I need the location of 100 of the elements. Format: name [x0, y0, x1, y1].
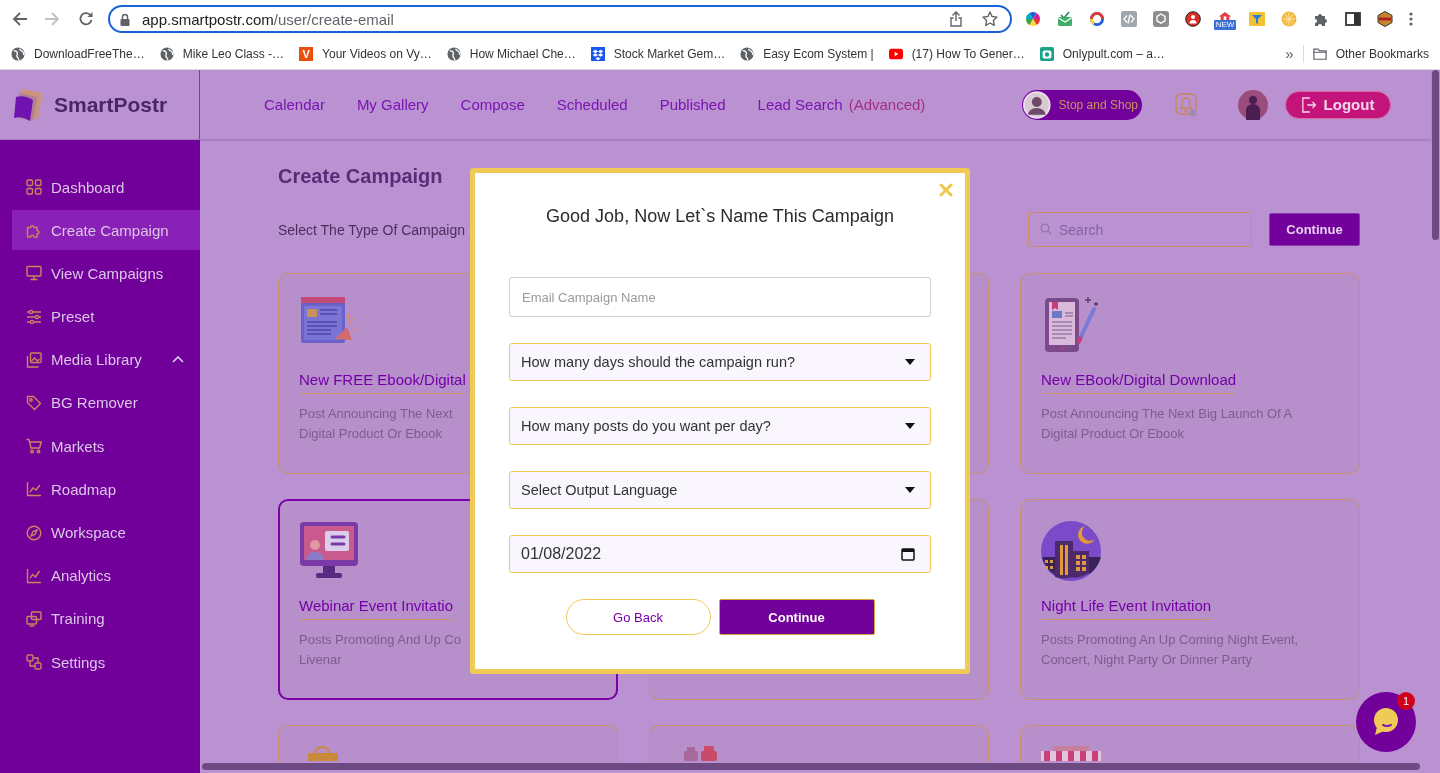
caret-icon — [905, 423, 915, 429]
card-description: Post Announcing The Next Big Launch Of A Digital Product Or Ebook — [1041, 405, 1293, 443]
globe-icon — [159, 46, 174, 61]
sidebar-item[interactable]: Dashboard — [12, 167, 200, 207]
round-badge-icon[interactable] — [1185, 11, 1201, 27]
bookmark[interactable]: Stock Market Gem… — [590, 46, 726, 61]
chevron-up-icon — [172, 356, 184, 364]
campaign-card[interactable]: New EBook/Digital Download Post Announcing The Next Big Launch Of A Digital Product Or Ebook — [1020, 273, 1360, 474]
date-field[interactable]: 01/08/2022 — [509, 535, 931, 573]
avatar-icon[interactable] — [1238, 89, 1268, 120]
scrollbar-thumb[interactable] — [1432, 70, 1439, 240]
sidebar-item[interactable]: Analytics — [12, 555, 200, 596]
folder-icon — [1312, 46, 1327, 61]
bookmark[interactable]: DownloadFreeThe… — [11, 46, 145, 61]
sidebar-item[interactable]: Markets — [12, 426, 200, 467]
card-title: New EBook/Digital Download — [1041, 371, 1237, 394]
hexagon-badge-icon[interactable] — [1377, 11, 1393, 27]
sidebar-item[interactable]: Roadmap — [12, 469, 200, 510]
envelope-icon[interactable] — [1057, 11, 1073, 27]
bookmark[interactable]: Easy Ecom System | — [740, 46, 874, 61]
compass-icon — [26, 524, 42, 541]
sidebar-item[interactable]: Training — [12, 598, 200, 639]
page-subtitle: Select The Type Of Campaign — [278, 221, 466, 238]
code-icon[interactable] — [1121, 11, 1137, 27]
nav-link[interactable]: Calendar — [264, 96, 325, 113]
nav-link[interactable]: Published — [659, 96, 726, 113]
bookmark[interactable]: How Michael Che… — [446, 46, 576, 61]
nav-link[interactable]: Scheduled — [556, 96, 628, 113]
dropdown-field[interactable]: How many days should the campaign run? — [509, 343, 931, 381]
monitor-icon — [26, 265, 42, 282]
funnel-icon[interactable] — [1249, 11, 1265, 27]
globe-icon — [11, 46, 25, 61]
tile-icon[interactable] — [1153, 11, 1169, 27]
nav-link[interactable]: My Gallery — [356, 96, 429, 113]
modal-title: Good Job, Now Let`s Name This Campaign — [545, 205, 895, 228]
bookmark[interactable]: (17) How To Gener… — [888, 46, 1025, 61]
diamond-tile-icon — [590, 46, 605, 61]
line-chart-icon — [26, 481, 42, 498]
continue-button[interactable]: Continue — [718, 599, 875, 635]
sidebar-item[interactable]: Settings — [12, 642, 200, 683]
house-icon[interactable] — [1218, 11, 1232, 20]
notification-badge: 1 — [1397, 692, 1415, 710]
campaign-card[interactable] — [1020, 725, 1360, 762]
search-icon — [1040, 223, 1052, 235]
caret-icon — [905, 487, 915, 493]
campaign-card[interactable]: Night Life Event Invitation Posts Promoting An Up Coming Night Event, Concert, Night Party Or Dinner Party — [1020, 499, 1360, 700]
more-icon[interactable] — [1409, 11, 1413, 27]
continue-button[interactable]: Continue — [1269, 213, 1360, 246]
logout-icon — [1301, 96, 1316, 113]
bookmark[interactable]: Mike Leo Class -… — [159, 46, 285, 61]
camera-icon — [1039, 46, 1054, 61]
ring-icon[interactable] — [1089, 11, 1105, 27]
dropdown-field[interactable]: How many posts do you want per day? — [509, 407, 931, 445]
sidebar-item[interactable]: View Campaigns — [12, 253, 200, 294]
grid-icon — [26, 179, 42, 195]
sidebar-item[interactable]: Preset — [12, 296, 200, 337]
monitor-icon — [299, 521, 359, 581]
site-logo: V — [299, 46, 314, 61]
side-panel-icon[interactable] — [1345, 11, 1361, 27]
scrollbar-thumb[interactable] — [202, 763, 1420, 770]
back-arrow-icon[interactable] — [12, 11, 28, 27]
campaign-name-field[interactable]: Email Campaign Name — [509, 277, 931, 317]
dropdown-field[interactable]: Select Output Language — [509, 471, 931, 509]
address-bar[interactable]: app.smartpostr.com/user/create-email — [108, 5, 1012, 33]
share-icon[interactable] — [950, 11, 962, 27]
sidebar-item[interactable]: BG Remover — [12, 382, 200, 423]
screens-icon — [26, 610, 42, 627]
bookmark[interactable]: Onlypult.com – a… — [1039, 46, 1165, 61]
new-badge: NEW — [1213, 19, 1237, 30]
page-title: Create Campaign — [278, 164, 444, 188]
caret-icon — [905, 359, 915, 365]
back-button[interactable]: Go Back — [565, 599, 711, 635]
sidebar-item[interactable]: Workspace — [12, 512, 200, 553]
reload-icon[interactable] — [78, 11, 94, 27]
globe-icon — [446, 46, 461, 61]
bookmark-folder[interactable]: Other Bookmarks — [1312, 46, 1429, 61]
card-title: Night Life Event Invitation — [1041, 597, 1212, 620]
bookmark[interactable]: V Your Videos on Vy… — [299, 46, 432, 61]
card-description: Posts Promoting An Up Coming Night Event, Concert, Night Party Or Dinner Party — [1041, 631, 1299, 669]
nav-link[interactable]: Lead Search (Advanced) — [757, 96, 926, 113]
star-icon[interactable] — [982, 11, 998, 27]
lock-icon — [120, 12, 130, 26]
sidebar-item[interactable]: Create Campaign — [12, 210, 200, 251]
sidebar-item[interactable]: Media Library — [12, 339, 200, 380]
logout-button[interactable]: Logout — [1285, 90, 1391, 119]
bookmarks-overflow-button[interactable]: » — [1285, 45, 1294, 62]
card-title: New FREE Ebook/Digital — [299, 371, 466, 394]
globe-icon — [740, 46, 755, 61]
calendar-icon — [901, 547, 915, 561]
puzzle-icon[interactable] — [1313, 11, 1329, 27]
url-text: app.smartpostr.com/user/create-email — [142, 10, 394, 28]
sliders-icon — [26, 308, 42, 325]
night-city-icon — [1041, 521, 1101, 581]
color-wheel-icon[interactable] — [1025, 11, 1041, 27]
card-title: Webinar Event Invitatio — [299, 597, 453, 620]
workspace-button[interactable]: Stop and Shop — [1022, 89, 1142, 120]
speech-bubble-icon — [1371, 707, 1401, 737]
card-description: Posts Promoting And Up Co Livenar — [299, 631, 461, 669]
chart-icon — [26, 567, 42, 584]
nav-link[interactable]: Compose — [460, 96, 525, 113]
